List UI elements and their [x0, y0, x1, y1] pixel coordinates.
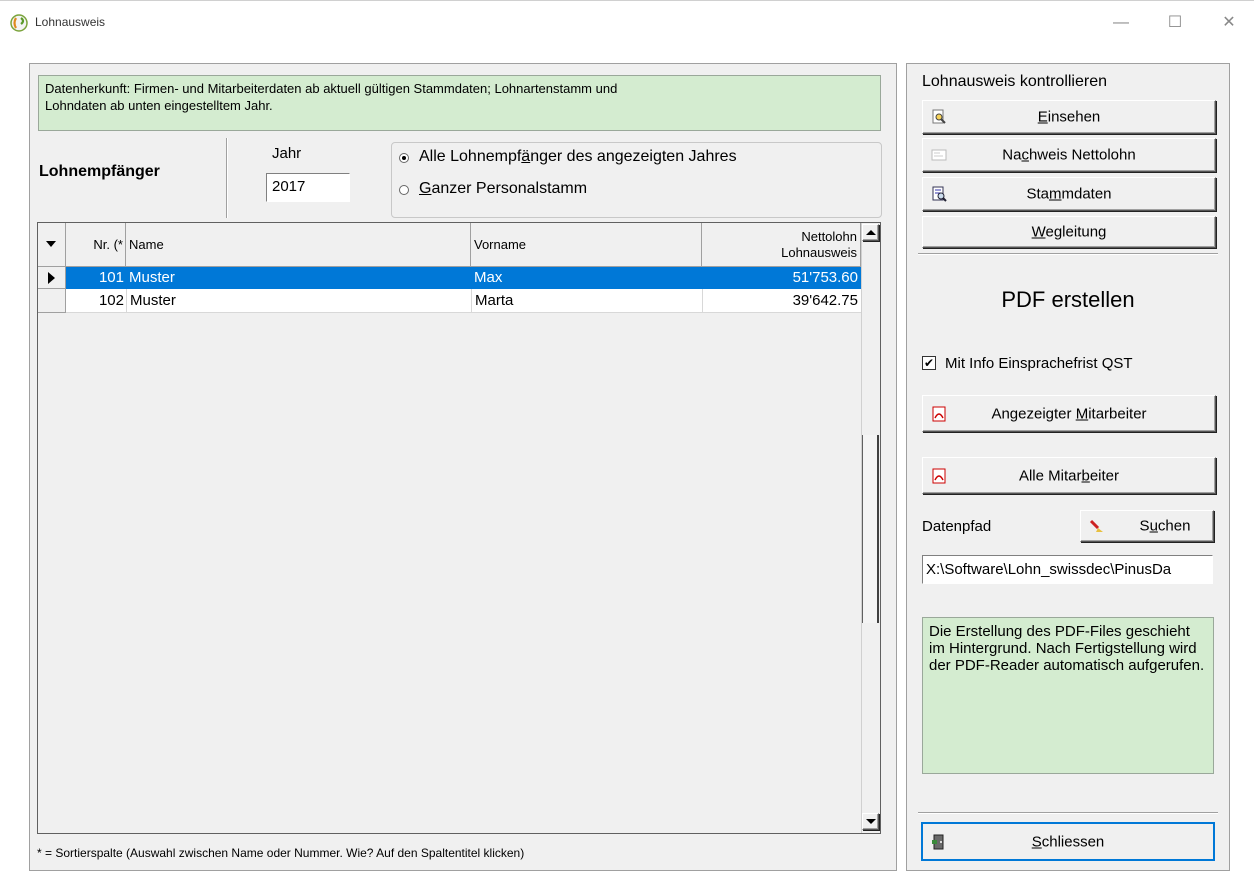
cell-netto[interactable]: 51'753.60 — [702, 267, 861, 289]
grid-scrollbar[interactable] — [861, 223, 880, 833]
radio-staff-icon[interactable] — [399, 185, 409, 195]
year-label: Jahr — [272, 145, 302, 162]
net-wage-proof-label: Nachweis Nettolohn — [1002, 146, 1136, 164]
row-indicator[interactable] — [38, 267, 66, 289]
year-input[interactable]: 2017 — [266, 173, 350, 202]
divider — [226, 138, 227, 218]
net-wage-proof-button[interactable]: Nachweis Nettolohn — [922, 138, 1216, 172]
col-header-name[interactable]: Name — [126, 223, 471, 267]
pdf-title: PDF erstellen — [1001, 287, 1135, 312]
cell-name[interactable]: Muster — [126, 289, 471, 313]
title-bar: Lohnausweis — ☐ ✕ — [0, 0, 1254, 44]
browse-button[interactable]: Suchen — [1080, 510, 1214, 542]
divider — [918, 253, 1218, 254]
radio-all-icon[interactable] — [399, 153, 409, 163]
cell-name[interactable]: Muster — [126, 267, 471, 289]
grid-corner-menu[interactable] — [38, 223, 66, 267]
col-header-netto[interactable]: Nettolohn Lohnausweis — [702, 223, 861, 267]
table-row[interactable]: 102 Muster Marta 39'642.75 — [38, 289, 861, 313]
col-header-vorname[interactable]: Vorname — [471, 223, 702, 267]
cell-netto[interactable]: 39'642.75 — [702, 289, 861, 313]
app-logo-icon — [10, 14, 28, 32]
guidance-label: Wegleitung — [1031, 223, 1107, 241]
scroll-down-arrow-icon — [866, 819, 876, 824]
option-staff-label: Ganzer Personalstamm — [419, 180, 588, 197]
qst-checkbox[interactable]: ✔ — [922, 356, 936, 370]
scroll-down-button[interactable] — [862, 813, 879, 830]
scroll-thumb[interactable] — [862, 435, 879, 623]
guidance-button[interactable]: Wegleitung — [922, 216, 1216, 248]
employee-grid: Nr. (* Name Vorname Nettolohn Lohnauswei… — [37, 222, 881, 834]
sort-footnote: * = Sortierspalte (Auswahl zwischen Name… — [37, 846, 525, 860]
window-title: Lohnausweis — [35, 15, 106, 29]
col-header-netto-line1: Nettolohn — [801, 229, 857, 244]
cell-nr[interactable]: 102 — [66, 289, 126, 313]
all-employees-button[interactable]: Alle Mitarbeiter — [922, 457, 1216, 494]
view-button-label: Einsehen — [1037, 108, 1101, 126]
displayed-employee-button[interactable]: Angezeigter Mitarbeiter — [922, 395, 1216, 432]
control-title: Lohnausweis kontrollieren — [922, 73, 1107, 90]
browse-button-label: Suchen — [1139, 517, 1191, 535]
view-button[interactable]: Einsehen — [922, 100, 1216, 134]
close-button[interactable]: Schliessen — [922, 823, 1214, 860]
data-path-label: Datenpfad — [922, 518, 992, 535]
data-source-info: Datenherkunft: Firmen- und Mitarbeiterda… — [38, 75, 881, 131]
dropdown-arrow-icon — [46, 241, 56, 247]
close-button-label: Schliessen — [1031, 833, 1105, 850]
current-row-arrow-icon — [48, 272, 55, 284]
data-path-input[interactable]: X:\Software\Lohn_swissdec\PinusDa — [922, 555, 1213, 584]
minimize-button[interactable]: — — [1098, 9, 1144, 37]
row-indicator[interactable] — [38, 289, 66, 313]
qst-label: Mit Info Einsprachefrist QST — [945, 355, 1133, 372]
divider — [918, 812, 1218, 813]
master-data-button[interactable]: Stammdaten — [922, 177, 1216, 211]
master-data-label: Stammdaten — [1026, 185, 1112, 203]
grid-empty-area — [38, 313, 861, 833]
cell-vorname[interactable]: Max — [471, 267, 702, 289]
close-window-button[interactable]: ✕ — [1206, 9, 1252, 37]
scroll-up-arrow-icon — [866, 230, 876, 235]
cell-vorname[interactable]: Marta — [471, 289, 702, 313]
displayed-employee-label: Angezeigter Mitarbeiter — [991, 405, 1147, 422]
maximize-button[interactable]: ☐ — [1152, 9, 1198, 37]
pdf-info-box: Die Erstellung des PDF-Files geschieht i… — [922, 617, 1214, 774]
table-row[interactable]: 101 Muster Max 51'753.60 — [38, 267, 861, 289]
col-header-nr[interactable]: Nr. (* — [66, 223, 126, 267]
info-line-2: Lohndaten ab unten eingestelltem Jahr. — [45, 98, 273, 113]
scroll-up-button[interactable] — [862, 224, 879, 241]
option-all-label: Alle Lohnempfänger des angezeigten Jahre… — [419, 148, 737, 165]
cell-nr[interactable]: 101 — [66, 267, 126, 289]
recipients-label: Lohnempfänger — [39, 163, 160, 180]
col-header-netto-line2: Lohnausweis — [781, 245, 857, 260]
all-employees-label: Alle Mitarbeiter — [1018, 467, 1120, 484]
info-line-1: Datenherkunft: Firmen- und Mitarbeiterda… — [45, 81, 618, 96]
